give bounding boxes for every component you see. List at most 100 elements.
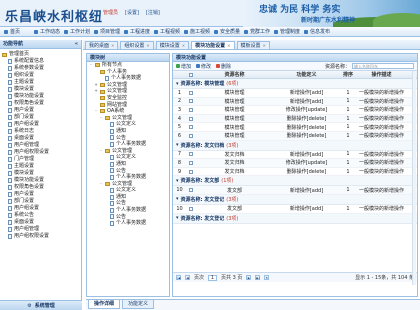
close-icon[interactable]: ✕ <box>263 43 266 48</box>
search-input[interactable]: 输入名称回车 <box>352 63 414 69</box>
sidebar-item[interactable]: 主题设置 <box>2 163 81 170</box>
menu-item[interactable]: 安全质量 <box>214 28 244 35</box>
add-button[interactable]: 增加 <box>176 63 191 70</box>
row-checkbox[interactable] <box>186 206 195 211</box>
expand-icon[interactable]: ▾ <box>176 215 179 221</box>
row-checkbox[interactable] <box>186 90 195 95</box>
sidebar-item[interactable]: 用户设置 <box>2 107 81 114</box>
toggle-icon[interactable]: - <box>89 62 93 69</box>
column-header-function[interactable]: 功能定义 <box>274 71 339 78</box>
toggle-icon[interactable]: - <box>99 181 103 188</box>
grid-group-header[interactable]: ▾ 资源名称: 发文登记 (3项) <box>173 213 417 224</box>
tab-item[interactable]: 我的桌面 ✕ <box>85 41 119 49</box>
tree-node[interactable]: 个人事务数据 <box>87 174 169 181</box>
grid-scrollbar[interactable] <box>412 71 416 285</box>
collapse-icon[interactable]: « <box>75 40 78 48</box>
menu-item[interactable]: 项目管理 <box>94 28 124 35</box>
table-row[interactable]: 8 发文归档 修改操作[update] 1 一般模块的新增操作 <box>173 159 417 168</box>
close-icon[interactable]: ✕ <box>111 43 114 48</box>
table-row[interactable]: 3 模块管理 修改操作[update] 1 一般模块的新增操作 <box>173 106 417 115</box>
prev-page-button[interactable]: ◀ <box>185 275 190 280</box>
row-checkbox[interactable] <box>186 116 195 121</box>
column-header-resource[interactable]: 资源名称 <box>195 71 274 78</box>
sidebar-item[interactable]: 系统公告 <box>2 212 81 219</box>
expand-icon[interactable]: ▾ <box>176 178 179 184</box>
table-row[interactable]: 5 模块管理 删除操作[delete] 1 一般模块的新增操作 <box>173 123 417 132</box>
tree-node[interactable]: 通知 <box>87 161 169 168</box>
sidebar-item[interactable]: 系统配置信息 <box>2 58 81 65</box>
sidebar-item[interactable]: 系统参数设置 <box>2 65 81 72</box>
sidebar-item[interactable]: 组织设置 <box>2 72 81 79</box>
tab-item[interactable]: 模板设置 ✕ <box>236 41 270 49</box>
menu-item[interactable]: 党群工作 <box>244 28 274 35</box>
table-row[interactable]: 4 模块管理 删除操作[delete] 1 一般模块的新增操作 <box>173 114 417 124</box>
edit-button[interactable]: 修改 <box>196 63 211 70</box>
page-number-input[interactable]: 1 <box>208 274 218 281</box>
tree-node[interactable]: 公文定义 <box>87 187 169 194</box>
bottom-tab[interactable]: 功能定义 <box>122 300 155 309</box>
last-page-button[interactable]: ▶| <box>255 275 261 280</box>
tree-node[interactable]: + 公文管理 <box>87 82 169 89</box>
toggle-icon[interactable]: - <box>94 108 98 115</box>
user-name-link[interactable]: 管理员 <box>103 9 118 16</box>
toggle-icon[interactable]: + <box>94 82 98 89</box>
expand-icon[interactable]: ▾ <box>176 196 179 202</box>
sidebar-item[interactable]: 用户设置 <box>2 191 81 198</box>
tree-node[interactable]: 网站管理 <box>87 102 169 109</box>
tab-item[interactable]: 模块功能设置 ✕ <box>191 41 235 49</box>
row-checkbox[interactable] <box>186 188 195 193</box>
menu-item[interactable]: 管理制度 <box>274 28 304 35</box>
sidebar-item[interactable]: 权限角色设置 <box>2 184 81 191</box>
expand-icon[interactable]: ▾ <box>176 81 179 87</box>
grid-group-header[interactable]: ▾ 资源名称: 模块管理 (6项) <box>173 79 417 89</box>
sidebar-item[interactable]: 用户组设置 <box>2 205 81 212</box>
row-checkbox[interactable] <box>186 133 195 138</box>
sidebar-item[interactable]: 桌面设置 <box>2 135 81 142</box>
close-icon[interactable]: ✕ <box>227 43 230 48</box>
close-icon[interactable]: ✕ <box>146 43 149 48</box>
table-row[interactable]: 6 模块管理 删除操作[delete] 1 一般模块的新增操作 <box>173 131 417 141</box>
sidebar-item[interactable]: 模块功能设置 <box>2 177 81 184</box>
row-checkbox[interactable] <box>186 169 195 174</box>
tree-root[interactable]: - 所有节点 <box>87 62 169 69</box>
table-row[interactable]: 10 发文部 新增操作[add] 1 一般模块的新增操作 <box>173 205 417 214</box>
sidebar-item[interactable]: 桌面设置 <box>2 219 81 226</box>
refresh-button[interactable]: ↻ <box>264 275 270 280</box>
column-header-description[interactable]: 操作描述 <box>357 71 406 78</box>
sidebar-footer-section[interactable]: ⚙ 系统管理 <box>0 300 82 310</box>
tree-node[interactable]: 个人事务数据 <box>87 75 169 82</box>
close-icon[interactable]: ✕ <box>182 43 185 48</box>
sidebar-item[interactable]: 部门设置 <box>2 114 81 121</box>
first-page-button[interactable]: |◀ <box>176 275 181 280</box>
sidebar-item[interactable]: 主题设置 <box>2 79 81 86</box>
row-checkbox[interactable] <box>186 107 195 112</box>
settings-link[interactable]: [设置] <box>125 9 139 16</box>
tree-node[interactable]: 通知 <box>87 194 169 201</box>
menu-item[interactable]: 首页 <box>4 28 34 35</box>
tree-node[interactable]: + 公文管理 <box>87 88 169 95</box>
row-checkbox[interactable] <box>186 160 195 165</box>
grid-group-header[interactable]: ▾ 资源名称: 发文部 (1项) <box>173 176 417 187</box>
tree-node[interactable]: 安全监控 <box>87 95 169 102</box>
tab-item[interactable]: 组织设置 ✕ <box>120 41 154 49</box>
sidebar-item[interactable]: 管理首页 <box>2 51 81 58</box>
sidebar-item[interactable]: 用户组管理 <box>2 142 81 149</box>
table-row[interactable]: 10 发文部 新增操作[add] 1 一般模块的新增操作 <box>173 186 417 195</box>
expand-icon[interactable]: ▾ <box>176 142 179 148</box>
sidebar-item[interactable]: 模块设置 <box>2 86 81 93</box>
bottom-tab[interactable]: 操作详细 <box>88 300 121 309</box>
sidebar-item[interactable]: 用户组权限设置 <box>2 233 81 240</box>
tree-node[interactable]: 通知 <box>87 128 169 135</box>
sidebar-item[interactable]: 模块功能设置 <box>2 93 81 100</box>
toggle-icon[interactable]: - <box>99 115 103 122</box>
next-page-button[interactable]: ▶ <box>246 275 252 280</box>
toggle-icon[interactable]: + <box>94 88 98 95</box>
sidebar-item[interactable]: 部门设置 <box>2 198 81 205</box>
sidebar-item[interactable]: 权限角色设置 <box>2 100 81 107</box>
table-row[interactable]: 2 模块管理 新增操作[add] 1 一般模块的新增操作 <box>173 97 417 107</box>
tree-node[interactable]: 个人事务数据 <box>87 141 169 148</box>
tree-node[interactable]: 个人事务数据 <box>87 207 169 214</box>
tree-node[interactable]: - OA系统 <box>87 108 169 115</box>
sidebar-item[interactable]: 用户组设置 <box>2 121 81 128</box>
row-checkbox[interactable] <box>186 152 195 157</box>
